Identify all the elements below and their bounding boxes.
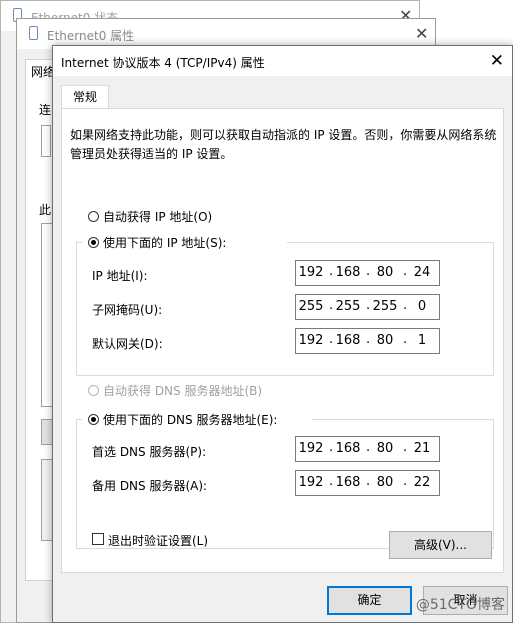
subnet-mask-label: 子网掩码(U): <box>92 303 163 317</box>
octet-3: 80 <box>376 333 394 348</box>
window-title: Ethernet0 属性 <box>47 29 135 43</box>
watermark-text: @51CTO博客 <box>415 597 505 613</box>
auto-ip-label[interactable]: 自动获得 IP 地址(O) <box>103 208 212 225</box>
default-gateway-label: 默认网关(D): <box>92 337 163 351</box>
tab-general[interactable]: 常规 <box>61 85 109 109</box>
octet-3: 80 <box>376 441 394 456</box>
ipv4-properties-dialog: Internet 协议版本 4 (TCP/IPv4) 属性 ✕ 常规 如果网络支… <box>52 45 513 623</box>
octet-2: 168 <box>335 475 361 490</box>
octet-1: 192 <box>298 475 324 490</box>
octet-4: 22 <box>413 475 431 490</box>
validate-on-exit-checkbox[interactable] <box>92 533 104 545</box>
ok-button[interactable]: 确定 <box>327 586 412 615</box>
octet-3: 80 <box>376 475 394 490</box>
manual-dns-radio[interactable] <box>88 414 99 425</box>
alternate-dns-label: 备用 DNS 服务器(A): <box>92 479 208 493</box>
title-bar: Internet 协议版本 4 (TCP/IPv4) 属性 ✕ <box>53 46 512 76</box>
manual-ip-radio[interactable] <box>88 237 99 248</box>
network-adapter-icon <box>29 26 38 40</box>
octet-4: 1 <box>417 333 427 348</box>
alternate-dns-input[interactable]: 192. 168. 80. 22 <box>295 470 440 496</box>
connect-using-label: 连 <box>39 103 52 117</box>
preferred-dns-label: 首选 DNS 服务器(P): <box>92 445 207 459</box>
octet-3: 80 <box>376 265 394 280</box>
octet-4: 24 <box>413 265 431 280</box>
close-icon[interactable]: ✕ <box>490 53 504 70</box>
ip-address-input[interactable]: 192. 168. 80. 24 <box>295 260 440 286</box>
octet-4: 0 <box>417 299 427 314</box>
auto-dns-label: 自动获得 DNS 服务器地址(B) <box>103 384 263 398</box>
manual-ip-label[interactable]: 使用下面的 IP 地址(S): <box>103 234 226 251</box>
preferred-dns-input[interactable]: 192. 168. 80. 21 <box>295 436 440 462</box>
items-label: 此 <box>39 203 52 217</box>
validate-on-exit-label[interactable]: 退出时验证设置(L) <box>108 532 208 549</box>
octet-2: 168 <box>335 265 361 280</box>
octet-2: 168 <box>335 441 361 456</box>
dialog-title: Internet 协议版本 4 (TCP/IPv4) 属性 <box>61 56 265 70</box>
octet-2: 255 <box>335 299 361 314</box>
advanced-button[interactable]: 高级(V)... <box>389 531 492 559</box>
description-text: 如果网络支持此功能，则可以获取自动指派的 IP 设置。否则，你需要从网络系统管理… <box>70 128 497 161</box>
default-gateway-input[interactable]: 192. 168. 80. 1 <box>295 328 440 354</box>
auto-dns-radio <box>88 385 99 396</box>
octet-1: 255 <box>298 299 324 314</box>
general-tab-panel: 如果网络支持此功能，则可以获取自动指派的 IP 设置。否则，你需要从网络系统管理… <box>61 108 504 573</box>
octet-3: 255 <box>372 299 398 314</box>
octet-1: 192 <box>298 265 324 280</box>
auto-ip-radio[interactable] <box>88 211 99 222</box>
manual-dns-label[interactable]: 使用下面的 DNS 服务器地址(E): <box>103 411 277 428</box>
octet-2: 168 <box>335 333 361 348</box>
close-icon[interactable]: ✕ <box>415 26 428 42</box>
ip-address-label: IP 地址(I): <box>92 269 148 283</box>
adapter-box <box>41 125 51 157</box>
octet-4: 21 <box>413 441 431 456</box>
octet-1: 192 <box>298 441 324 456</box>
subnet-mask-input[interactable]: 255. 255. 255. 0 <box>295 294 440 320</box>
octet-1: 192 <box>298 333 324 348</box>
